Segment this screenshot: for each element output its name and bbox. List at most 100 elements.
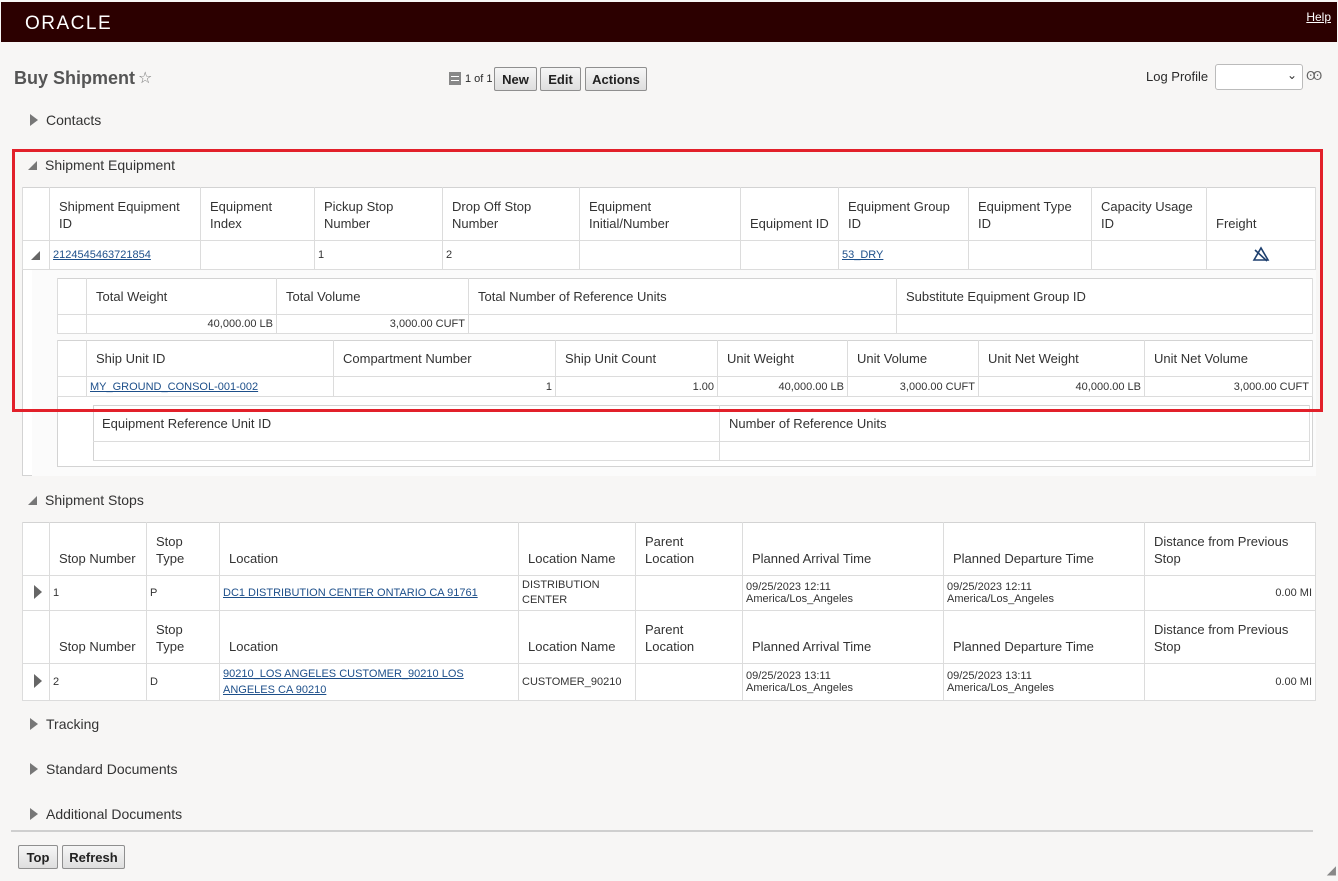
col-header: Equipment Index (201, 187, 315, 241)
help-link[interactable]: Help (1306, 10, 1331, 24)
col-header: Ship Unit ID (87, 340, 334, 377)
col-header: Location (220, 522, 519, 576)
table-cell: MY_GROUND_CONSOL-001-002 (87, 377, 334, 397)
record-list-icon[interactable] (449, 72, 461, 85)
section-title: Shipment Stops (45, 492, 144, 508)
section-contacts[interactable]: Contacts (30, 112, 101, 128)
col-header: Equipment Group ID (839, 187, 969, 241)
table-cell: 2 (443, 241, 580, 270)
section-title: Standard Documents (46, 761, 178, 777)
col-header: Unit Volume (848, 340, 979, 377)
shipment-equipment-id-link[interactable]: 2124545463721854 (53, 249, 151, 261)
oracle-logo: ORACLE (25, 13, 113, 34)
table-cell: 0.00 MI (1145, 576, 1316, 611)
table-cell: 2124545463721854 (50, 241, 201, 270)
expand-row-icon[interactable] (34, 674, 42, 688)
section-shipment-stops[interactable]: Shipment Stops (28, 492, 144, 508)
table-cell: 09/25/2023 12:11 America/Los_Angeles (743, 576, 944, 611)
table-cell (469, 315, 897, 334)
col-header: Planned Arrival Time (743, 522, 944, 576)
new-button[interactable]: New (494, 67, 537, 91)
expand-icon (30, 114, 38, 126)
table-cell: CUSTOMER_90210 (519, 664, 636, 701)
table-cell (969, 241, 1092, 270)
collapse-icon (28, 495, 37, 505)
col-header: Parent Location (636, 522, 743, 576)
section-shipment-equipment[interactable]: Shipment Equipment (28, 157, 175, 173)
table-cell: P (147, 576, 220, 611)
table-cell: 2 (50, 664, 147, 701)
col-header: Pickup Stop Number (315, 187, 443, 241)
actions-button[interactable]: Actions (585, 67, 647, 91)
col-header: Stop Number (50, 611, 147, 664)
glasses-icon[interactable]: Ꙭ (1306, 69, 1322, 83)
table-cell: 1 (50, 576, 147, 611)
refresh-button[interactable]: Refresh (62, 845, 125, 869)
table-cell: DISTRIBUTION CENTER (519, 576, 636, 611)
chevron-down-icon: ⌄ (1286, 68, 1297, 82)
table-cell: 40,000.00 LB (979, 377, 1145, 397)
expand-row-icon[interactable] (34, 585, 42, 599)
section-title: Contacts (46, 112, 102, 128)
col-header: Location Name (519, 522, 636, 576)
top-button[interactable]: Top (18, 845, 58, 869)
col-header: Stop Type (147, 611, 220, 664)
expand-icon (30, 763, 38, 775)
col-header: Total Number of Reference Units (469, 278, 897, 315)
section-title: Shipment Equipment (45, 157, 175, 173)
edit-button[interactable]: Edit (540, 67, 581, 91)
col-header: Number of Reference Units (720, 405, 1310, 442)
table-cell (1207, 241, 1316, 270)
col-header: Stop Number (50, 522, 147, 576)
resize-handle-icon[interactable]: ◢ (1327, 863, 1336, 877)
section-title: Additional Documents (46, 806, 183, 822)
table-cell: 09/25/2023 13:11 America/Los_Angeles (944, 664, 1145, 701)
col-header: Location Name (519, 611, 636, 664)
location-link[interactable]: 90210_LOS ANGELES CUSTOMER_90210 LOS ANG… (223, 666, 515, 698)
divider (11, 830, 1313, 832)
table-cell: 09/25/2023 13:11 America/Los_Angeles (743, 664, 944, 701)
section-additional-documents[interactable]: Additional Documents (30, 806, 182, 822)
top-bar: ORACLE Help (1, 2, 1337, 42)
row-expander[interactable] (22, 576, 50, 611)
col-header: Compartment Number (334, 340, 556, 377)
table-cell: 1 (315, 241, 443, 270)
page-title: Buy Shipment (14, 68, 136, 88)
collapse-row-icon[interactable] (31, 251, 40, 260)
col-header: Location (220, 611, 519, 664)
freight-icon[interactable] (1252, 245, 1270, 265)
equipment-group-id-link[interactable]: 53_DRY (842, 249, 883, 261)
section-tracking[interactable]: Tracking (30, 716, 99, 732)
ship-unit-id-link[interactable]: MY_GROUND_CONSOL-001-002 (90, 381, 258, 393)
table-cell: DC1 DISTRIBUTION CENTER ONTARIO CA 91761 (220, 576, 519, 611)
col-header: Drop Off Stop Number (443, 187, 580, 241)
table-cell: 0.00 MI (1145, 664, 1316, 701)
col-header: Equipment ID (741, 187, 839, 241)
table-cell: 53_DRY (839, 241, 969, 270)
col-header: Total Volume (277, 278, 469, 315)
table-cell: D (147, 664, 220, 701)
row-expander[interactable] (22, 241, 50, 270)
col-header: Equipment Type ID (969, 187, 1092, 241)
table-cell (897, 315, 1313, 334)
table-cell (580, 241, 741, 270)
table-cell (636, 664, 743, 701)
table-cell: 09/25/2023 12:11 America/Los_Angeles (944, 576, 1145, 611)
section-standard-documents[interactable]: Standard Documents (30, 761, 178, 777)
col-header: Stop Type (147, 522, 220, 576)
col-header: Distance from Previous Stop (1145, 611, 1316, 664)
table-cell: 3,000.00 CUFT (1145, 377, 1313, 397)
col-header: Equipment Initial/Number (580, 187, 741, 241)
col-header: Freight (1207, 187, 1316, 241)
location-link[interactable]: DC1 DISTRIBUTION CENTER ONTARIO CA 91761 (223, 587, 478, 599)
col-header: Planned Departure Time (944, 522, 1145, 576)
table-cell (636, 576, 743, 611)
table-cell: 90210_LOS ANGELES CUSTOMER_90210 LOS ANG… (220, 664, 519, 701)
log-profile-select[interactable]: ⌄ (1215, 64, 1303, 90)
col-header: Unit Weight (718, 340, 848, 377)
favorite-star-icon[interactable]: ☆ (138, 68, 152, 88)
table-cell: 40,000.00 LB (718, 377, 848, 397)
col-header: Equipment Reference Unit ID (93, 405, 720, 442)
table-cell: 1 (334, 377, 556, 397)
row-expander[interactable] (22, 664, 50, 701)
